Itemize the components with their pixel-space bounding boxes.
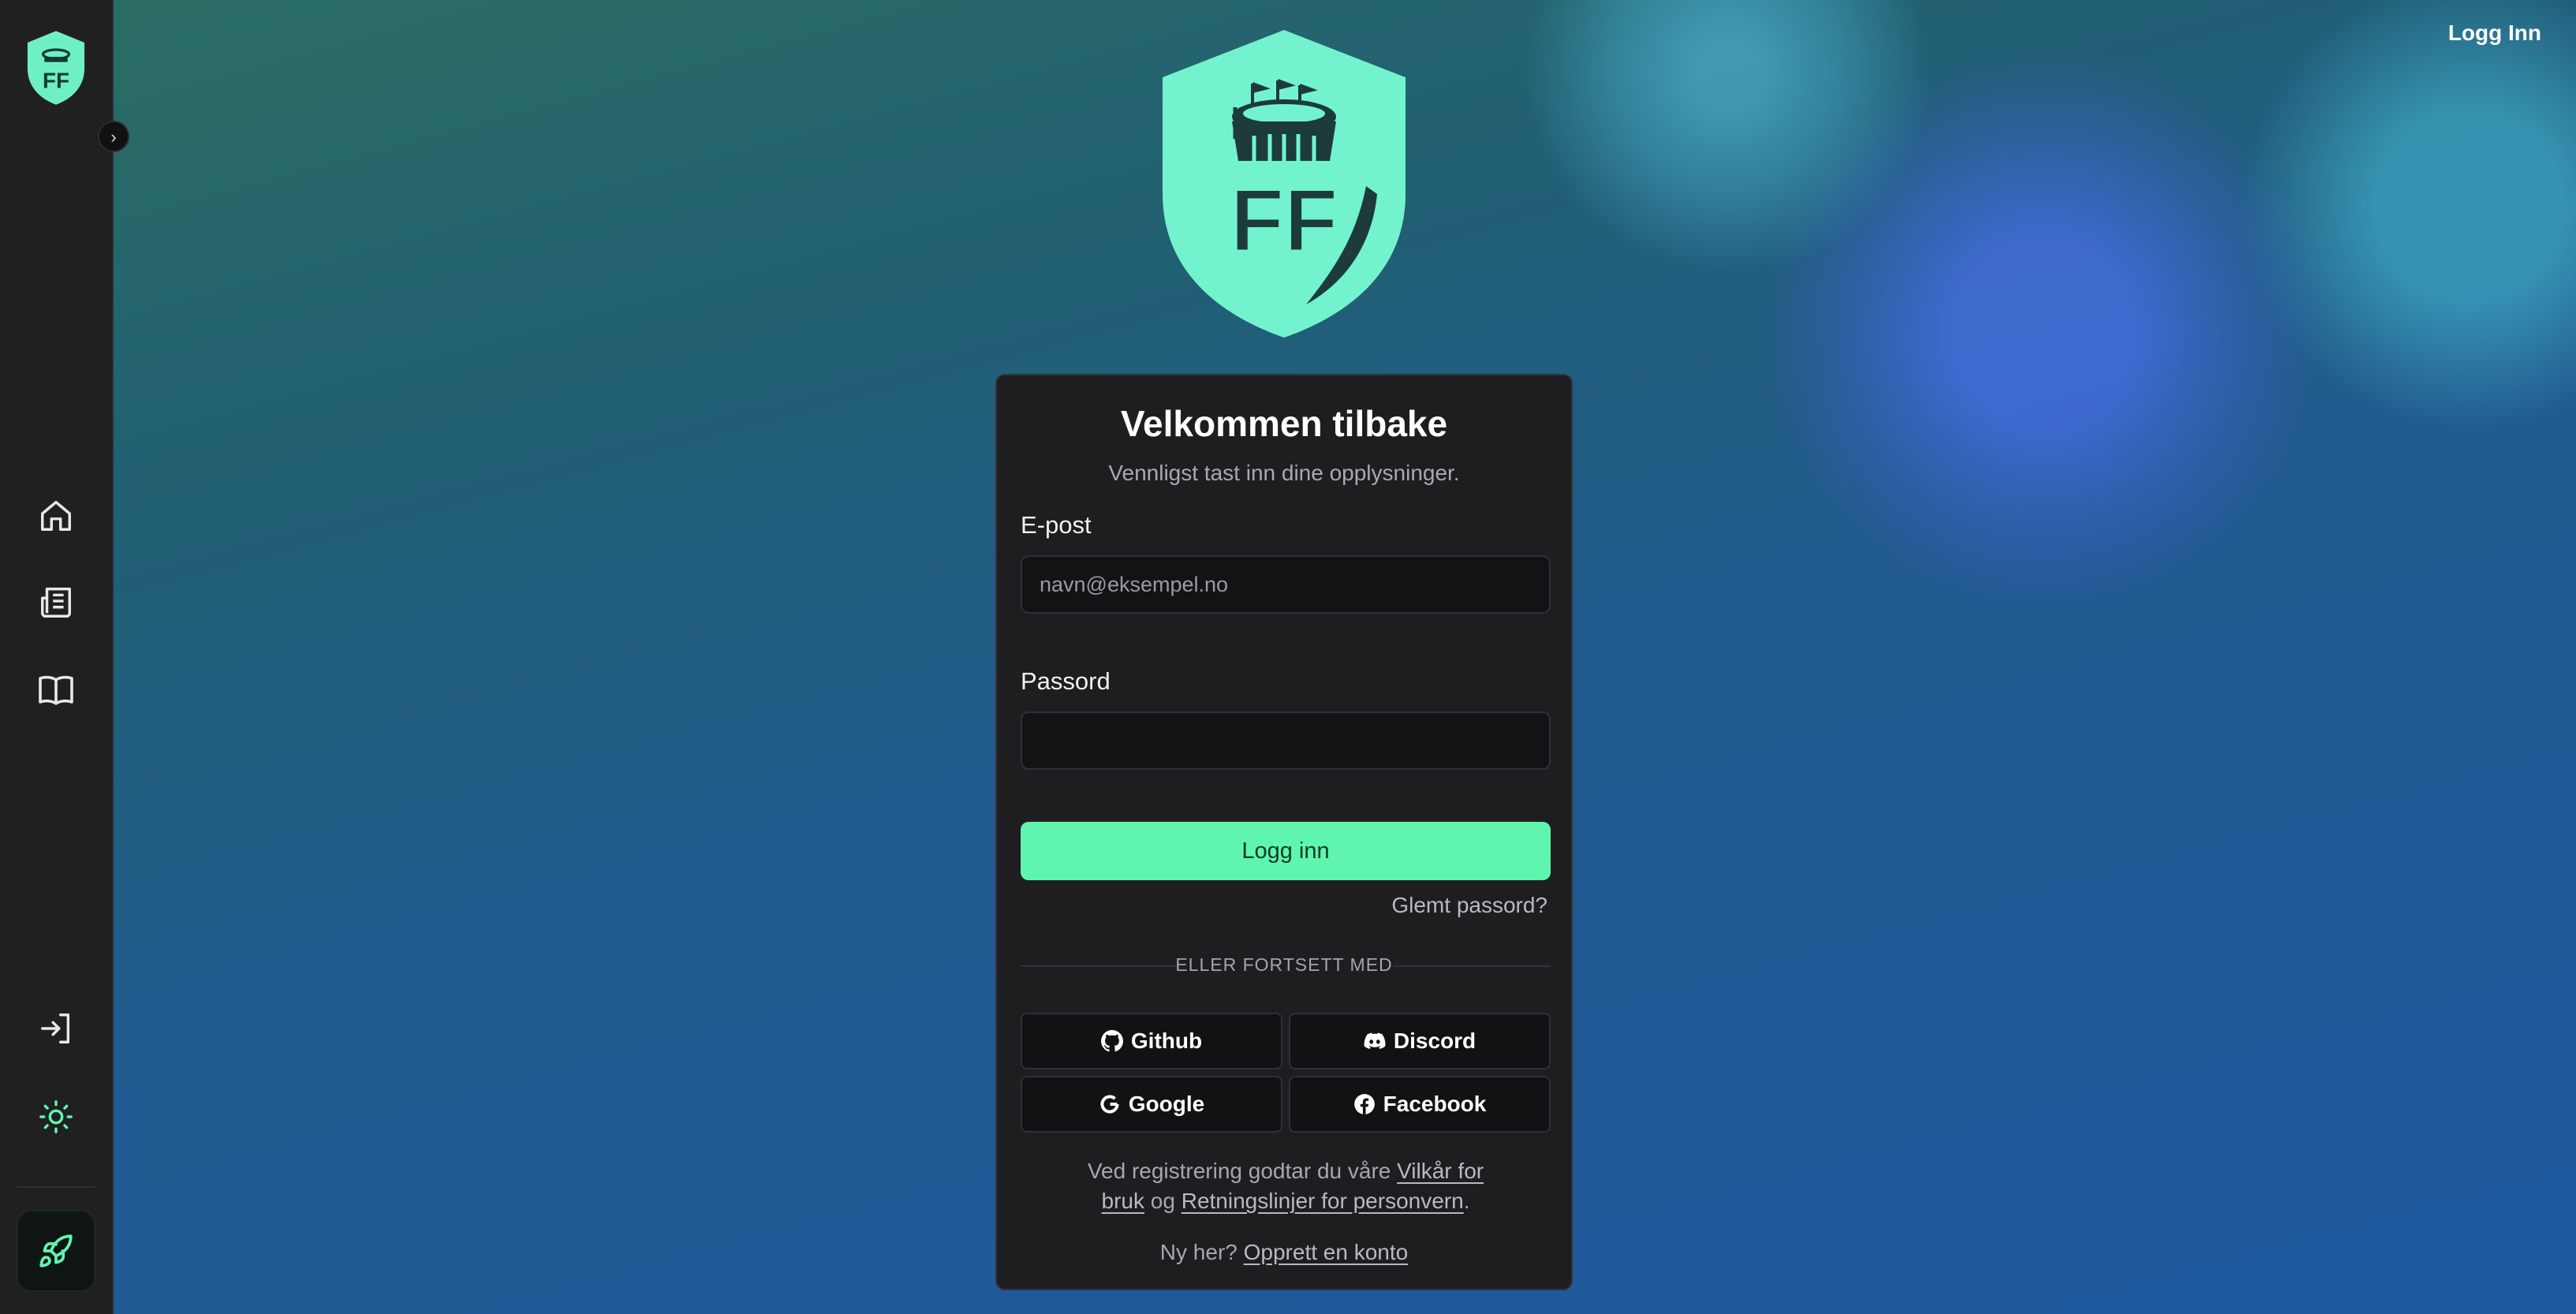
forgot-password-link[interactable]: Glemt passord? — [1391, 893, 1547, 918]
facebook-button[interactable]: Facebook — [1289, 1076, 1551, 1133]
facebook-label: Facebook — [1383, 1092, 1487, 1116]
sun-icon — [39, 1100, 73, 1133]
terms-prefix: Ved registrering godtar du våre — [1087, 1159, 1391, 1183]
terms-and: og — [1150, 1189, 1175, 1213]
sidebar-divider — [17, 1186, 95, 1188]
discord-label: Discord — [1393, 1028, 1477, 1053]
home-icon — [41, 501, 71, 531]
nav-guides[interactable] — [32, 666, 80, 713]
launch-button[interactable] — [18, 1211, 94, 1290]
discord-button[interactable]: Discord — [1289, 1013, 1551, 1069]
github-button[interactable]: Github — [1021, 1013, 1282, 1069]
ff-hero-logo: FF — [1163, 30, 1406, 338]
newspaper-icon — [41, 588, 71, 618]
terms-suffix: . — [1463, 1189, 1470, 1213]
facebook-icon — [1353, 1094, 1375, 1114]
password-label: Passord — [1021, 667, 1111, 695]
ff-shield-logo-icon[interactable]: FF — [24, 28, 88, 107]
svg-text:FF: FF — [1230, 171, 1338, 270]
google-button[interactable]: Google — [1021, 1076, 1282, 1133]
login-icon — [41, 1013, 70, 1043]
password-field[interactable] — [1021, 711, 1551, 770]
book-icon — [39, 675, 73, 705]
google-icon — [1100, 1095, 1119, 1114]
svg-text:FF: FF — [43, 68, 69, 92]
email-field[interactable] — [1021, 555, 1551, 614]
card-title: Velkommen tilbake — [1120, 403, 1448, 444]
privacy-policy-link[interactable]: Retningslinjer for personvern — [1182, 1189, 1464, 1213]
terms-notice: Ved registrering godtar du våre Vilkår f… — [1084, 1156, 1488, 1216]
rocket-icon — [39, 1234, 73, 1267]
github-label: Github — [1130, 1028, 1203, 1053]
signup-prompt: Ny her? Opprett en konto — [997, 1240, 1571, 1265]
separator-text: ELLER FORTSETT MED — [1175, 954, 1393, 975]
nav-news[interactable] — [32, 579, 80, 626]
google-label: Google — [1128, 1092, 1205, 1116]
github-icon — [1100, 1030, 1123, 1052]
login-button[interactable]: Logg inn — [1021, 822, 1551, 880]
create-account-link[interactable]: Opprett en konto — [1244, 1240, 1409, 1264]
card-subtitle: Vennligst tast inn dine opplysninger. — [1108, 461, 1460, 485]
sidebar: FF › — [0, 0, 129, 1314]
theme-toggle[interactable] — [32, 1093, 80, 1140]
nav-login[interactable] — [32, 1005, 80, 1052]
login-card: Velkommen tilbake Vennligst tast inn din… — [995, 374, 1573, 1290]
nav-home[interactable] — [32, 492, 80, 539]
signup-prefix: Ny her? — [1159, 1240, 1238, 1264]
sidebar-expand-button[interactable]: › — [98, 121, 129, 152]
header-login-link[interactable]: Logg Inn — [2448, 21, 2541, 46]
email-label: E-post — [1021, 511, 1092, 539]
discord-icon — [1364, 1032, 1386, 1050]
